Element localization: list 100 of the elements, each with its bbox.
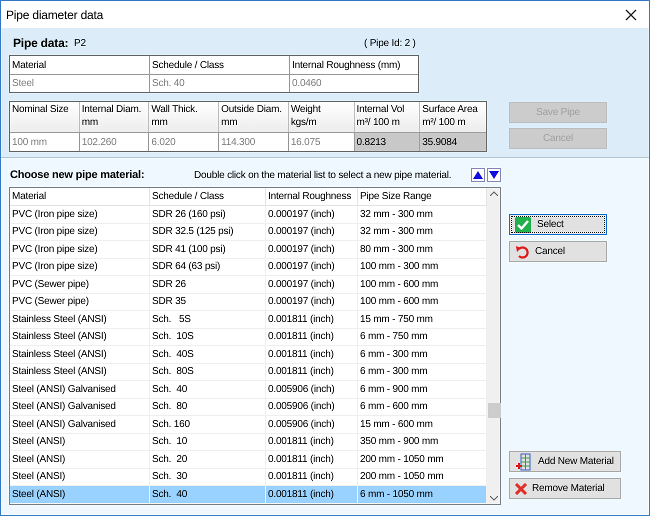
table-cell: SDR 26 <box>150 276 266 292</box>
table-cell-text: 0.0460 <box>291 77 322 91</box>
list-row[interactable]: PVC (Sewer pipe) SDR 26 0.000197 (inch) 100 mm - 600 mm <box>10 276 487 294</box>
table-cell: 0.8213 <box>354 133 420 151</box>
table-cell: SDR 32.5 (125 psi) <box>150 224 266 240</box>
choose-label: Choose new pipe material: <box>9 168 146 183</box>
table-cell: SDR 35 <box>150 294 266 310</box>
table-cell: Sch. 40 <box>150 381 266 398</box>
cancel-button[interactable]: Cancel <box>509 241 607 262</box>
table-cell: 0.000197 (inch) <box>266 258 358 275</box>
list-row[interactable]: Stainless Steel (ANSI) Sch. 5S 0.001811 (inch) 15 mm - 750 mm <box>10 311 487 328</box>
table-cell: Steel (ANSI) <box>10 451 150 468</box>
list-row[interactable]: Steel (ANSI) Galvanised Sch. 80 0.005906 (inch) 6 mm - 600 mm <box>10 398 487 416</box>
column-header: Wall Thick. mm <box>149 102 220 132</box>
table-cell: 114.300 <box>219 133 289 151</box>
remove-material-button[interactable]: Remove Material <box>509 478 621 499</box>
list-row[interactable]: Steel (ANSI) Galvanised Sch. 40 0.005906 (inch) 6 mm - 900 mm <box>10 381 487 398</box>
table-cell: Steel (ANSI) Galvanised <box>10 381 150 398</box>
remove-icon <box>515 482 527 494</box>
table-cell: Sch. 40 <box>150 75 290 92</box>
table-cell: PVC (Iron pipe size) <box>10 206 150 222</box>
table-cell: Stainless Steel (ANSI) <box>10 364 150 380</box>
pipe-name: P2 <box>74 36 87 50</box>
list-row[interactable]: PVC (Iron pipe size) SDR 26 (160 psi) 0.000197 (inch) 32 mm - 300 mm <box>10 206 487 224</box>
column-header[interactable]: Material <box>10 188 150 205</box>
column-header: Material <box>10 56 150 74</box>
table-cell: Steel (ANSI) <box>10 486 150 502</box>
table-cell: 0.001811 (inch) <box>266 468 358 485</box>
table-cell: Steel (ANSI) Galvanised <box>10 416 150 432</box>
table-cell: SDR 26 (160 psi) <box>150 206 266 222</box>
up-arrow-icon <box>473 171 483 179</box>
table-cell: 35.9084 <box>420 133 486 151</box>
table-cell: 6.020 <box>149 133 220 151</box>
column-header: Surface Area m²/ 100 m <box>421 103 479 130</box>
column-header: Weight kgs/m <box>288 102 355 132</box>
table-cell: PVC (Iron pipe size) <box>10 258 150 275</box>
table-cell: 0.001811 (inch) <box>266 328 358 345</box>
undo-icon <box>515 244 529 258</box>
list-row[interactable]: PVC (Iron pipe size) SDR 32.5 (125 psi) 0.000197 (inch) 32 mm - 300 mm <box>10 224 487 241</box>
table-cell: 102.260 <box>80 133 150 151</box>
list-row[interactable]: Steel (ANSI) Sch. 40 0.001811 (inch) 6 mm - 1050 mm <box>10 486 487 504</box>
table-cell: 0.001811 (inch) <box>266 451 358 468</box>
column-header[interactable]: Schedule / Class <box>150 188 266 205</box>
column-header: Internal Diam. mm <box>80 102 150 132</box>
pipe-data-label: Pipe data: <box>12 35 70 52</box>
column-header: Schedule / Class <box>150 56 290 74</box>
table-cell: PVC (Sewer pipe) <box>10 276 150 292</box>
list-row[interactable]: Stainless Steel (ANSI) Sch. 40S 0.001811 (inch) 6 mm - 300 mm <box>10 346 487 364</box>
table-cell: Sch. 160 <box>150 416 266 432</box>
table-cell: SDR 64 (63 psi) <box>150 258 266 275</box>
scroll-down-icon <box>490 496 498 501</box>
add-table-icon <box>515 452 533 470</box>
list-row[interactable]: PVC (Sewer pipe) SDR 35 0.000197 (inch) 100 mm - 600 mm <box>10 294 487 311</box>
table-cell: PVC (Iron pipe size) <box>10 241 150 258</box>
window-title: Pipe diameter data <box>6 6 104 24</box>
column-header: Internal Roughness (mm) <box>291 58 402 72</box>
table-cell: Sch. 5S <box>150 311 266 328</box>
scroll-thumb[interactable] <box>488 403 501 418</box>
table-cell: Sch. 30 <box>150 468 266 485</box>
down-arrow-icon <box>489 171 499 179</box>
table-cell: Sch. 40 <box>150 486 266 502</box>
table-cell: 0.001811 (inch) <box>266 311 358 328</box>
table-cell: 0.001811 (inch) <box>266 346 358 362</box>
table-cell: Sch. 80S <box>150 364 266 380</box>
table-cell: Sch. 10 <box>150 434 266 450</box>
list-row[interactable]: Steel (ANSI) Galvanised Sch. 160 0.005906 (inch) 15 mm - 600 mm <box>10 416 487 434</box>
add-material-button[interactable]: Add New Material <box>509 451 621 472</box>
column-header: Internal Vol m³/ 100 m <box>354 102 420 132</box>
table-cell: 0.001811 (inch) <box>266 486 358 502</box>
table-cell: PVC (Iron pipe size) <box>10 224 150 240</box>
table-cell: 0.000197 (inch) <box>266 241 358 258</box>
table-cell: 0.001811 (inch) <box>266 434 358 450</box>
table-cell: Steel (ANSI) Galvanised <box>10 398 150 415</box>
column-header: Nominal Size <box>10 102 80 132</box>
select-button[interactable]: Select <box>509 214 607 235</box>
move-up-button[interactable] <box>471 168 485 182</box>
move-down-button[interactable] <box>487 168 501 182</box>
list-row[interactable]: PVC (Iron pipe size) SDR 64 (63 psi) 0.000197 (inch) 100 mm - 300 mm <box>10 258 487 276</box>
table-cell: 0.005906 (inch) <box>266 416 358 432</box>
table-cell: 0.005906 (inch) <box>266 398 358 415</box>
table-cell: PVC (Sewer pipe) <box>10 294 150 310</box>
list-row[interactable]: Steel (ANSI) Sch. 10 0.001811 (inch) 350 mm - 900 mm <box>10 434 487 451</box>
list-row[interactable]: Stainless Steel (ANSI) Sch. 80S 0.001811 (inch) 6 mm - 300 mm <box>10 364 487 381</box>
table-cell: Sch. 10S <box>150 328 266 345</box>
list-row[interactable]: Steel (ANSI) Sch. 20 0.001811 (inch) 200 mm - 1050 mm <box>10 451 487 468</box>
scrollbar[interactable] <box>487 188 500 504</box>
table-cell: 0.000197 (inch) <box>266 206 358 222</box>
list-row[interactable]: PVC (Iron pipe size) SDR 41 (100 psi) 0.000197 (inch) 80 mm - 300 mm <box>10 241 487 258</box>
column-header[interactable]: Internal Roughness <box>266 188 358 205</box>
table-cell: Steel (ANSI) <box>10 434 150 450</box>
table-cell: Sch. 40S <box>150 346 266 362</box>
list-row[interactable]: Stainless Steel (ANSI) Sch. 10S 0.001811 (inch) 6 mm - 750 mm <box>10 328 487 346</box>
table-cell: 0.000197 (inch) <box>266 294 358 310</box>
pipe-id: ( Pipe Id: 2 ) <box>364 36 416 50</box>
table-cell: Stainless Steel (ANSI) <box>10 346 150 362</box>
check-icon <box>515 216 531 232</box>
table-cell: SDR 41 (100 psi) <box>150 241 266 258</box>
hint-text: Double click on the material list to select a new pipe material. <box>194 168 452 182</box>
table-cell: Steel (ANSI) <box>10 468 150 485</box>
close-icon <box>625 8 637 20</box>
